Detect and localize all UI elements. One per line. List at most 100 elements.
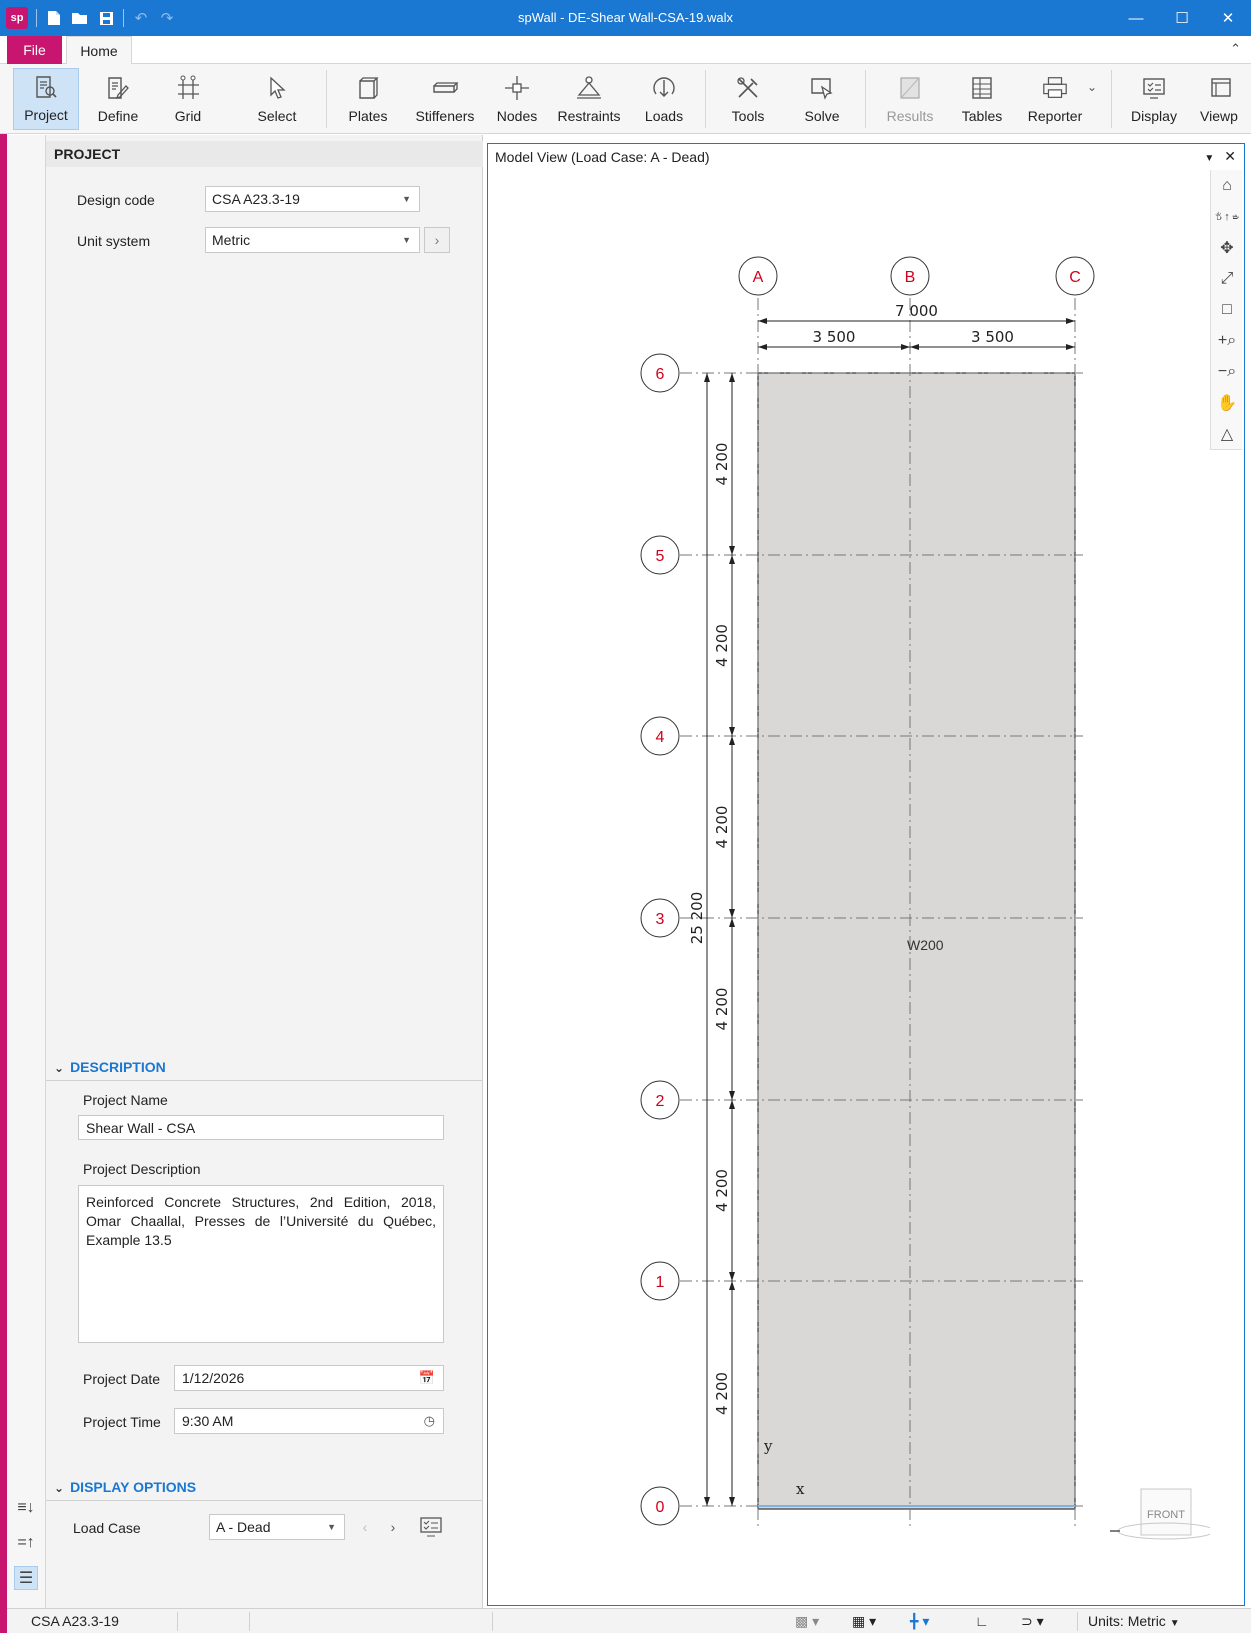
divider: [46, 1080, 483, 1081]
plates-button[interactable]: Plates: [340, 68, 396, 130]
project-label: Project: [24, 107, 68, 123]
nodes-button[interactable]: Nodes: [491, 68, 543, 130]
story-dim-arrow: [729, 373, 735, 382]
brand-border: [0, 36, 7, 1633]
dropdown-arrow-icon: ▼: [402, 194, 411, 204]
dropdown-arrow-icon: ▼: [327, 1522, 336, 1532]
menu-icon[interactable]: ☰: [14, 1566, 38, 1590]
chevron-down-icon: ⌄: [54, 1061, 65, 1075]
project-date-value: 1/12/2026: [182, 1370, 245, 1386]
snap-grid-icon[interactable]: ▩ ▾: [795, 1613, 819, 1630]
view-cube[interactable]: FRONT: [1110, 1488, 1210, 1540]
grid-toggle-icon[interactable]: ▦ ▾: [852, 1613, 876, 1630]
view-toolbar: ⌂ 𝡌↑𝡍 ✥ ⤢ □ +⌕ −⌕ ✋ △: [1210, 170, 1242, 450]
solve-button[interactable]: Solve: [794, 68, 850, 130]
model-view-controls: ▼ ✕: [1204, 148, 1236, 165]
story-dim-arrow: [729, 736, 735, 745]
zoom-out-icon[interactable]: −⌕: [1211, 356, 1243, 387]
total-height-dim-label: 25 200: [688, 892, 706, 945]
stiffeners-button[interactable]: Stiffeners: [410, 68, 480, 130]
story-dim-arrow: [729, 909, 735, 918]
model-view[interactable]: Model View (Load Case: A - Dead) ▼ ✕ ABC6…: [487, 143, 1245, 1606]
results-button[interactable]: Results: [880, 68, 940, 130]
project-button[interactable]: Project: [13, 68, 79, 130]
node-snap-icon[interactable]: ╋ ▾: [910, 1613, 929, 1630]
grid-label-y: 0: [656, 1499, 665, 1516]
divider: [177, 1612, 178, 1631]
dropdown-arrow-icon[interactable]: ▼: [1204, 153, 1214, 164]
unit-system-select[interactable]: Metric ▼: [205, 227, 420, 253]
chevron-down-icon: ⌄: [54, 1481, 65, 1495]
story-dim-arrow: [729, 918, 735, 927]
restraints-button[interactable]: Restraints: [553, 68, 625, 130]
calendar-icon[interactable]: 📅: [419, 1370, 435, 1386]
display-settings-icon: [420, 1517, 442, 1537]
sort-down-icon[interactable]: ≡↓: [14, 1496, 38, 1520]
define-button[interactable]: Define: [88, 68, 148, 130]
home-view-icon[interactable]: ⌂: [1211, 170, 1243, 201]
collapse-ribbon-icon[interactable]: ⌃: [1230, 41, 1241, 57]
zoom-window-icon[interactable]: □: [1211, 294, 1243, 325]
sort-up-icon[interactable]: =↑: [14, 1531, 38, 1555]
divider: [492, 1612, 493, 1631]
tab-home[interactable]: Home: [66, 36, 132, 65]
zoom-in-icon[interactable]: +⌕: [1211, 325, 1243, 356]
render-mode-icon[interactable]: ⊃ ▾: [1021, 1613, 1044, 1630]
display-options-section-toggle[interactable]: ⌄ DISPLAY OPTIONS: [54, 1479, 196, 1495]
reporter-button[interactable]: Reporter: [1020, 68, 1090, 130]
wall-label: W200: [907, 937, 944, 953]
project-date-label: Project Date: [83, 1371, 161, 1387]
unit-system-next-button[interactable]: ›: [424, 227, 450, 253]
select-label: Select: [257, 108, 297, 124]
project-description-label: Project Description: [83, 1161, 201, 1177]
maximize-button[interactable]: ☐: [1159, 0, 1205, 36]
display-label: Display: [1131, 108, 1177, 124]
viewport-button[interactable]: Viewp: [1196, 68, 1242, 130]
chevron-right-icon: ›: [390, 1519, 396, 1535]
pan-hand-icon[interactable]: ✋: [1211, 387, 1243, 418]
clock-icon[interactable]: ◷: [424, 1413, 435, 1429]
close-view-icon[interactable]: ✕: [1224, 148, 1236, 164]
tab-file[interactable]: File: [7, 36, 62, 64]
stiffeners-label: Stiffeners: [415, 108, 475, 124]
dropdown-arrow-icon: ▼: [1169, 1618, 1180, 1629]
grid-label-x: B: [905, 269, 916, 286]
tables-button[interactable]: Tables: [956, 68, 1008, 130]
pan-center-icon[interactable]: ✥: [1211, 232, 1243, 263]
ortho-icon[interactable]: ∟: [975, 1613, 989, 1629]
story-dim-label: 4 200: [713, 1169, 731, 1212]
plates-label: Plates: [348, 108, 388, 124]
grid-label-y: 1: [656, 1274, 665, 1291]
load-case-label: Load Case: [73, 1520, 141, 1536]
display-settings-button[interactable]: [418, 1514, 444, 1540]
zoom-extents-icon[interactable]: ⤢: [1211, 263, 1243, 294]
window-title: spWall - DE-Shear Wall-CSA-19.walx: [517, 10, 734, 25]
model-canvas[interactable]: A B C 6 5 4 3 2 1 0 7 000 3 500 3 500 4 200 4 200 4 20…: [488, 170, 1210, 1605]
project-date-input[interactable]: 1/12/2026 📅: [174, 1365, 444, 1391]
loads-button[interactable]: Loads: [636, 68, 692, 130]
units-status[interactable]: Units: Metric ▼: [1088, 1613, 1180, 1629]
project-description-input[interactable]: Reinforced Concrete Structures, 2nd Edit…: [78, 1185, 444, 1343]
bay-width-dim-arrow: [910, 344, 919, 350]
next-load-case-button[interactable]: ›: [380, 1514, 406, 1540]
design-code-select[interactable]: CSA A23.3-19 ▼: [205, 186, 420, 212]
minimize-button[interactable]: —: [1113, 0, 1159, 36]
divider: [1077, 1612, 1078, 1631]
grid-label-x: A: [753, 269, 764, 286]
tools-button[interactable]: Tools: [720, 68, 776, 130]
select-button[interactable]: Select: [248, 68, 306, 130]
project-name-input[interactable]: Shear Wall - CSA: [78, 1115, 444, 1140]
load-case-select[interactable]: A - Dead ▼: [209, 1514, 345, 1540]
project-time-input[interactable]: 9:30 AM ◷: [174, 1408, 444, 1434]
axes-view-icon[interactable]: 𝡌↑𝡍: [1211, 201, 1243, 232]
previous-load-case-button[interactable]: ‹: [352, 1514, 378, 1540]
display-button[interactable]: Display: [1126, 68, 1182, 130]
description-section-toggle[interactable]: ⌄ DESCRIPTION: [54, 1059, 166, 1075]
separator: [1111, 70, 1112, 128]
tables-icon: [968, 74, 996, 102]
reporter-dropdown-icon[interactable]: ⌄: [1087, 80, 1097, 94]
grid-button[interactable]: Grid: [163, 68, 213, 130]
close-button[interactable]: ✕: [1205, 0, 1251, 36]
orbit-icon[interactable]: △: [1211, 418, 1243, 449]
story-dim-arrow: [729, 1272, 735, 1281]
